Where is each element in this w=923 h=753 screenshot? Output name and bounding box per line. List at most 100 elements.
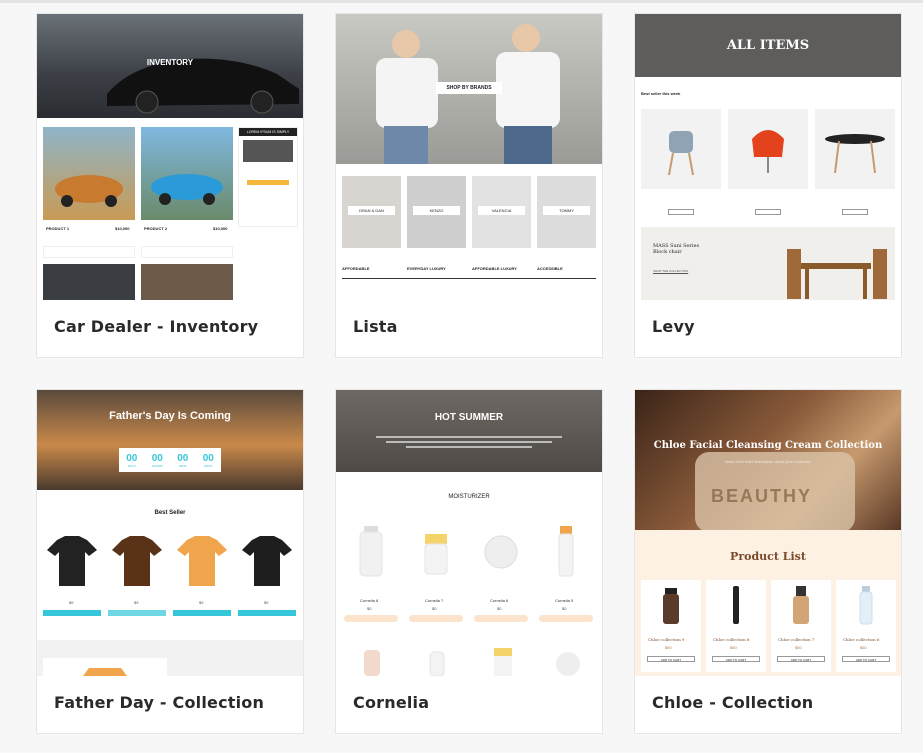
add-to-cart-button[interactable]: ADD TO CART (842, 656, 890, 662)
template-preview[interactable]: ALL ITEMS Best seller this week MASS Sun… (635, 14, 901, 300)
product-image (815, 109, 895, 189)
template-name[interactable]: Car Dealer - Inventory (54, 317, 258, 336)
column-heading: AFFORDABLE (342, 266, 370, 271)
product-price: $9 (199, 600, 204, 605)
banner-title: INVENTORY (146, 58, 194, 67)
add-to-cart-button[interactable] (539, 615, 593, 622)
promo-card (43, 658, 167, 676)
add-to-cart-button[interactable] (173, 610, 231, 616)
product-title: Chloe collection 7 (778, 637, 815, 642)
product-image (173, 532, 231, 588)
add-to-cart-button[interactable] (474, 615, 528, 622)
brand-tile[interactable]: TOMMY (537, 176, 596, 248)
product-title: Cornelia 7 (425, 598, 444, 603)
template-card-lista[interactable]: SHOP BY BRANDS DRAN & DAN KENZO VALENCIA… (335, 13, 603, 358)
product-image (108, 532, 166, 588)
product-image (43, 264, 135, 300)
template-preview[interactable]: Father's Day Is Coming 00 DAYS 00 HOURS 00… (37, 390, 303, 676)
template-preview[interactable]: BEAUTHY Chloe Facial Cleansing Cream Col… (635, 390, 901, 676)
banner-title: ALL ITEMS (726, 38, 810, 53)
add-to-cart-button[interactable] (842, 209, 868, 215)
column-heading: EVERYDAY LUXURY (407, 266, 446, 271)
product-price: $50 (730, 645, 737, 650)
product-title: PRODUCT 2 (144, 226, 168, 231)
product-image (728, 109, 808, 189)
countdown-label: MINS (179, 463, 187, 468)
product-price: $9 (264, 600, 269, 605)
add-to-cart-button[interactable] (108, 610, 166, 616)
promo-title: MASS Suni Series Block chair (653, 243, 700, 255)
add-to-cart-button[interactable]: ADD TO CART (712, 656, 760, 662)
template-card-chloe[interactable]: BEAUTHY Chloe Facial Cleansing Cream Col… (634, 389, 902, 734)
product-title: Cornelia 6 (490, 598, 509, 603)
template-card-father-day[interactable]: Father's Day Is Coming 00 DAYS 00 HOURS 00… (36, 389, 304, 734)
banner-title: Chloe Facial Cleansing Cream Collection (653, 440, 883, 451)
add-to-cart-button[interactable]: ADD TO CART (777, 656, 825, 662)
banner-title: HOT SUMMER (434, 412, 504, 423)
hero-image (37, 390, 303, 490)
brand-tile[interactable]: VALENCIA (472, 176, 531, 248)
section-heading: Best seller this week (641, 91, 681, 96)
product-image (641, 109, 721, 189)
template-name[interactable]: Levy (652, 317, 695, 336)
countdown-hours: 00 (151, 452, 163, 464)
section-heading: Product List (730, 550, 806, 563)
add-to-cart-button[interactable] (668, 209, 694, 215)
product-price: $50 (860, 645, 867, 650)
product-price: $0 (497, 606, 502, 611)
add-to-cart-button[interactable] (43, 610, 101, 616)
template-name[interactable]: Chloe - Collection (652, 693, 813, 712)
product-image (141, 127, 233, 220)
countdown-days: 00 (126, 452, 138, 464)
add-to-cart-button[interactable] (238, 610, 296, 616)
product-image (43, 127, 135, 220)
add-to-cart-button[interactable] (409, 615, 463, 622)
product-row-next (342, 640, 596, 676)
template-preview[interactable]: SHOP BY BRANDS DRAN & DAN KENZO VALENCIA… (336, 14, 602, 300)
spec-row (141, 246, 233, 258)
sidebar-title: LOREM IPSUM IS SIMPLY (239, 128, 297, 136)
divider (342, 278, 596, 279)
product-image (141, 264, 233, 300)
top-divider (0, 0, 923, 3)
template-name[interactable]: Cornelia (353, 693, 429, 712)
add-to-cart-button[interactable]: ADD TO CART (647, 656, 695, 662)
brand-label: TOMMY (543, 206, 590, 215)
brand-tile[interactable]: KENZO (407, 176, 466, 248)
brand-tile[interactable]: DRAN & DAN (342, 176, 401, 248)
countdown-label: HOURS (151, 463, 163, 468)
template-preview[interactable]: INVENTORY PRODUCT 1 $10,000 PRODUCT 2 $1… (37, 14, 303, 300)
product-price: $9 (134, 600, 139, 605)
banner-title: SHOP BY BRANDS (436, 82, 502, 94)
promo-link[interactable]: SHOP THE COLLECTION (653, 269, 688, 273)
product-title: Chloe collection 9 (648, 637, 685, 642)
template-name[interactable]: Father Day - Collection (54, 693, 264, 712)
product-price: $0 (432, 606, 437, 611)
template-card-levy[interactable]: ALL ITEMS Best seller this week MASS Sun… (634, 13, 902, 358)
brand-label: KENZO (413, 206, 460, 215)
template-card-cornelia[interactable]: HOT SUMMER MOISTURIZER Cornelia 8 Cornel… (335, 389, 603, 734)
product-price: $0 (367, 606, 372, 611)
brand-label: DRAN & DAN (348, 206, 395, 215)
product-image (238, 532, 296, 588)
countdown-secs: 00 (202, 452, 214, 464)
banner-title: Father's Day Is Coming (109, 410, 231, 422)
template-card-car-dealer[interactable]: INVENTORY PRODUCT 1 $10,000 PRODUCT 2 $1… (36, 13, 304, 358)
sidebar-button[interactable] (247, 180, 289, 185)
section-heading: Best Seller (154, 510, 186, 516)
product-title: Cornelia 8 (360, 598, 379, 603)
jar-brand-text: BEAUTHY (711, 486, 813, 506)
product-image (342, 520, 400, 580)
template-preview[interactable]: HOT SUMMER MOISTURIZER Cornelia 8 Cornel… (336, 390, 602, 676)
product-price: $50 (665, 645, 672, 650)
section-heading: MOISTURIZER (448, 494, 490, 500)
product-price: $10,000 (115, 226, 130, 231)
product-price: $50 (795, 645, 802, 650)
template-name[interactable]: Lista (353, 317, 398, 336)
add-to-cart-button[interactable] (755, 209, 781, 215)
column-heading: AFFORDABLE LUXURY (472, 266, 517, 271)
add-to-cart-button[interactable] (344, 615, 398, 622)
product-image (407, 520, 465, 580)
brand-label: VALENCIA (478, 206, 525, 215)
countdown-label: DAYS (127, 463, 136, 468)
